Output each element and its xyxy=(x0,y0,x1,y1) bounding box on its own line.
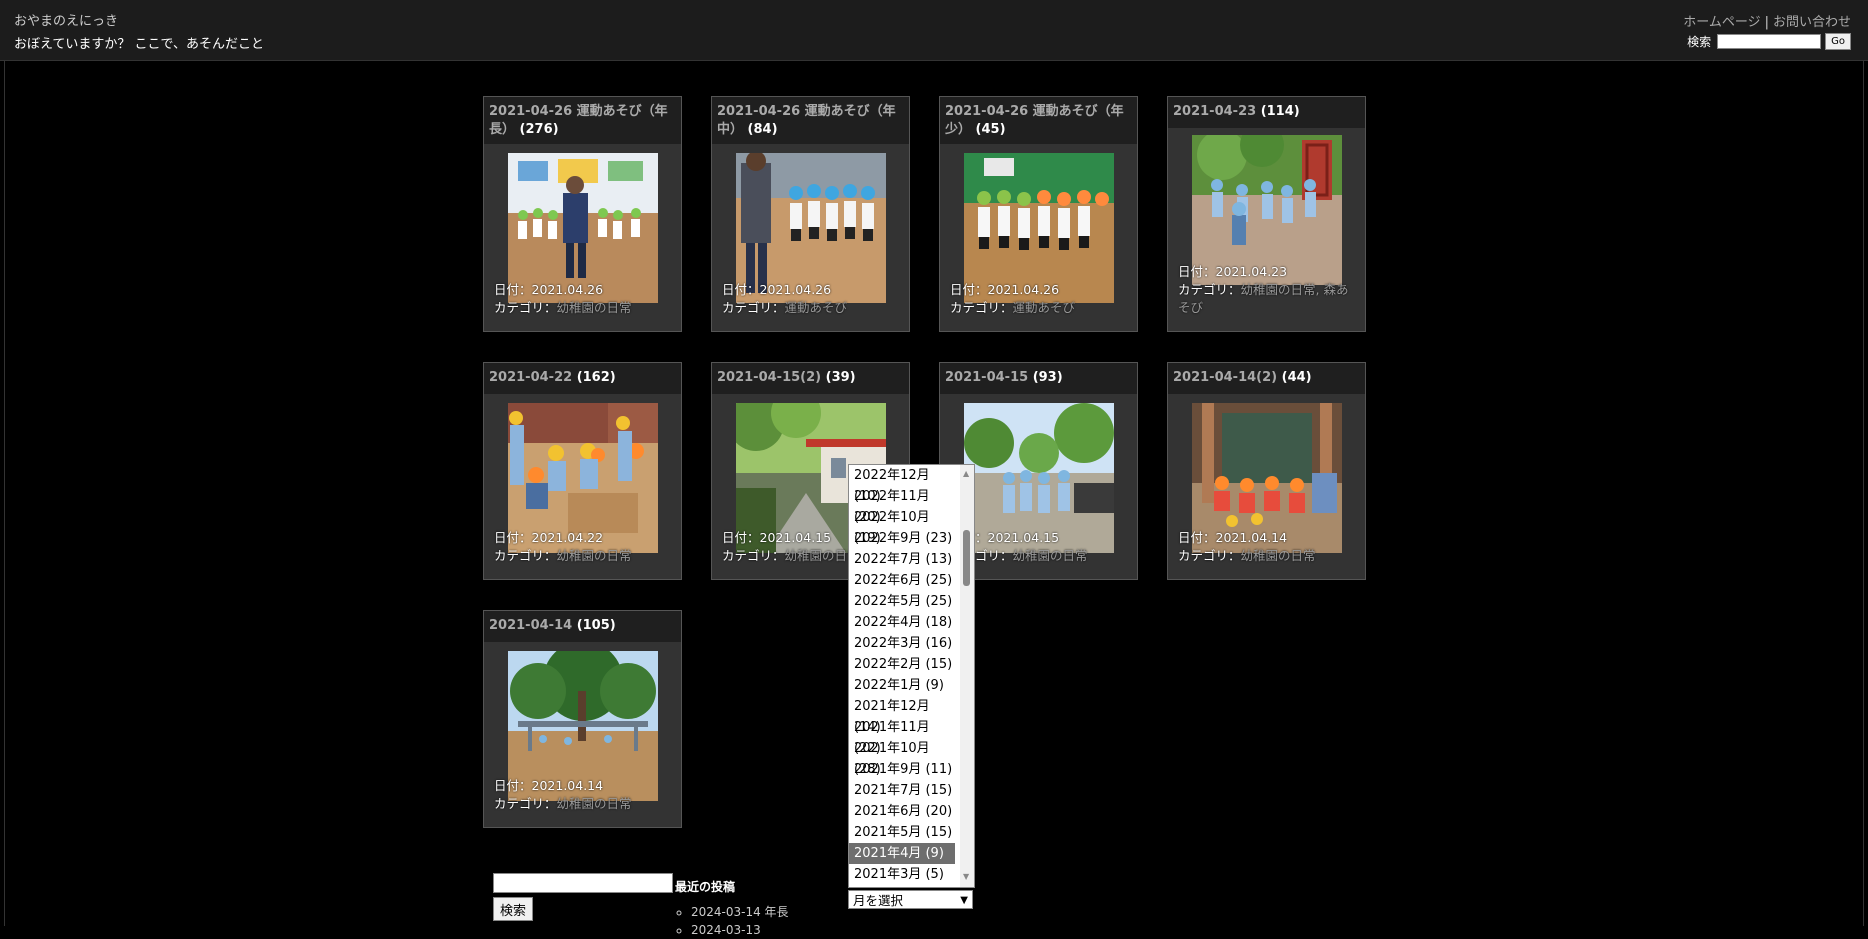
site-tagline: おぼえていますか？ ここで、あそんだこと xyxy=(14,37,264,52)
site-header: おやまのえにっき おぼえていますか？ ここで、あそんだこと ホームページ | お問い… xyxy=(0,0,1868,61)
sidebar-search-button[interactable]: 検索 xyxy=(493,897,534,921)
album-title[interactable]: 2021-04-14 (105) xyxy=(484,611,681,642)
archive-option[interactable]: 2022年12月 (10) xyxy=(849,465,955,504)
archive-option[interactable]: 2021年10月 (28) xyxy=(849,738,955,777)
archive-option[interactable]: 2022年11月 (20) xyxy=(849,486,955,525)
category-link[interactable]: 運動あそび xyxy=(1013,300,1076,315)
album-title[interactable]: 2021-04-26 運動あそび（年少） (45) xyxy=(940,97,1137,144)
archive-option[interactable]: 2021年3月 (5) xyxy=(849,864,955,885)
album-meta: 日付：2021.04.22 カテゴリ：幼稚園の日常 xyxy=(494,530,632,563)
album-card[interactable]: 2021-04-26 運動あそび（年少） (45) 日付：2021.04.26 … xyxy=(939,96,1138,332)
homepage-link[interactable]: ホームページ xyxy=(1683,15,1760,30)
album-meta: 日付：2021.04.15 カテゴリ：幼稚園の日常 xyxy=(722,530,860,563)
contact-link[interactable]: お問い合わせ xyxy=(1773,15,1851,30)
site-title[interactable]: おやまのえにっき xyxy=(14,10,118,29)
archive-option[interactable]: 2022年9月 (23) xyxy=(849,528,955,549)
category-link[interactable]: 幼稚園の日常 xyxy=(1241,548,1316,563)
archive-option[interactable]: 2021年11月 (22) xyxy=(849,717,955,756)
category-link[interactable]: 幼稚園の日常 xyxy=(1013,548,1088,563)
go-button[interactable]: Go xyxy=(1825,33,1851,50)
header-search-label: 検索 xyxy=(1687,35,1712,49)
chevron-down-icon: ▼ xyxy=(960,895,968,906)
category-link[interactable]: 幼稚園の日常 xyxy=(557,300,632,315)
archive-option[interactable]: 2022年2月 (15) xyxy=(849,654,955,675)
scroll-up-arrow-icon[interactable]: ▲ xyxy=(963,469,969,478)
album-title[interactable]: 2021-04-26 運動あそび（年中） (84) xyxy=(712,97,909,144)
archive-option[interactable]: 2022年10月 (19) xyxy=(849,507,955,546)
album-meta: 日付：2021.04.14 カテゴリ：幼稚園の日常 xyxy=(1178,530,1316,563)
archive-scrollbar[interactable]: ▲ ▼ xyxy=(960,465,974,887)
archive-month-select[interactable]: 月を選択 ▼ xyxy=(848,890,973,909)
archive-option[interactable]: 2022年7月 (13) xyxy=(849,549,955,570)
scrollbar-thumb[interactable] xyxy=(963,530,970,586)
album-card[interactable]: 2021-04-14 (105) 日付：2021.04.14 カテゴリ：幼稚園の… xyxy=(483,610,682,828)
archive-option[interactable]: 2021年6月 (20) xyxy=(849,801,955,822)
archive-option[interactable]: 2021年9月 (11) xyxy=(849,759,955,780)
recent-posts: 最近の投稿 2024-03-14 年長 2024-03-13 xyxy=(675,878,789,939)
category-link[interactable]: 幼稚園の日常 xyxy=(557,796,632,811)
category-link[interactable]: 幼稚園の日常 xyxy=(557,548,632,563)
archive-option-selected[interactable]: 2021年4月 (9) xyxy=(849,843,955,864)
album-title[interactable]: 2021-04-15 (93) xyxy=(940,363,1137,394)
header-search-input[interactable] xyxy=(1717,34,1822,49)
header-search: 検索 Go xyxy=(1687,33,1851,50)
recent-posts-heading: 最近の投稿 xyxy=(675,880,736,894)
sidebar-search: 検索 xyxy=(493,873,673,921)
recent-post-item[interactable]: 2024-03-13 xyxy=(691,921,789,939)
sidebar-search-input[interactable] xyxy=(493,873,673,893)
album-title[interactable]: 2021-04-23 (114) xyxy=(1168,97,1365,128)
archive-option[interactable]: 2022年1月 (9) xyxy=(849,675,955,696)
album-card[interactable]: 2021-04-14(2) (44) 日付：2021.04.14 カテゴリ：幼稚… xyxy=(1167,362,1366,580)
category-link[interactable]: 運動あそび xyxy=(785,300,848,315)
album-card[interactable]: 2021-04-22 (162) 日付：2021.04.22 カテゴリ：幼稚園の… xyxy=(483,362,682,580)
album-meta: 日付：2021.04.14 カテゴリ：幼稚園の日常 xyxy=(494,778,632,811)
archive-option[interactable]: 2022年6月 (25) xyxy=(849,570,955,591)
archive-dropdown-list[interactable]: 2022年12月 (10) 2022年11月 (20) 2022年10月 (19… xyxy=(848,464,975,888)
archive-option[interactable]: 2021年12月 (14) xyxy=(849,696,955,735)
archive-option[interactable]: 2022年3月 (16) xyxy=(849,633,955,654)
album-meta: 日付：2021.04.26 カテゴリ：運動あそび xyxy=(722,282,848,315)
archive-option[interactable]: 2021年7月 (15) xyxy=(849,780,955,801)
album-title[interactable]: 2021-04-22 (162) xyxy=(484,363,681,394)
archive-option[interactable]: 2021年5月 (15) xyxy=(849,822,955,843)
album-card[interactable]: 2021-04-23 (114) 日付：2021.04.23 カテゴリ：幼稚園の… xyxy=(1167,96,1366,332)
album-card[interactable]: 2021-04-26 運動あそび（年中） (84) 日付：2021.04.26 … xyxy=(711,96,910,332)
album-title[interactable]: 2021-04-14(2) (44) xyxy=(1168,363,1365,394)
album-meta: 日付：2021.04.26 カテゴリ：幼稚園の日常 xyxy=(494,282,632,315)
scroll-down-arrow-icon[interactable]: ▼ xyxy=(963,872,969,881)
archive-option[interactable]: 2022年5月 (25) xyxy=(849,591,955,612)
top-links: ホームページ | お問い合わせ xyxy=(1683,15,1851,30)
album-meta: 日付：2021.04.26 カテゴリ：運動あそび xyxy=(950,282,1076,315)
archive-option[interactable]: 2022年4月 (18) xyxy=(849,612,955,633)
recent-post-item[interactable]: 2024-03-14 年長 xyxy=(691,903,789,921)
album-card[interactable]: 2021-04-26 運動あそび（年長） (276) 日付：2021.04.26… xyxy=(483,96,682,332)
album-title[interactable]: 2021-04-15(2) (39) xyxy=(712,363,909,394)
album-meta: 日付：2021.04.23 カテゴリ：幼稚園の日常, 森あそび xyxy=(1178,264,1349,315)
album-title[interactable]: 2021-04-26 運動あそび（年長） (276) xyxy=(484,97,681,144)
